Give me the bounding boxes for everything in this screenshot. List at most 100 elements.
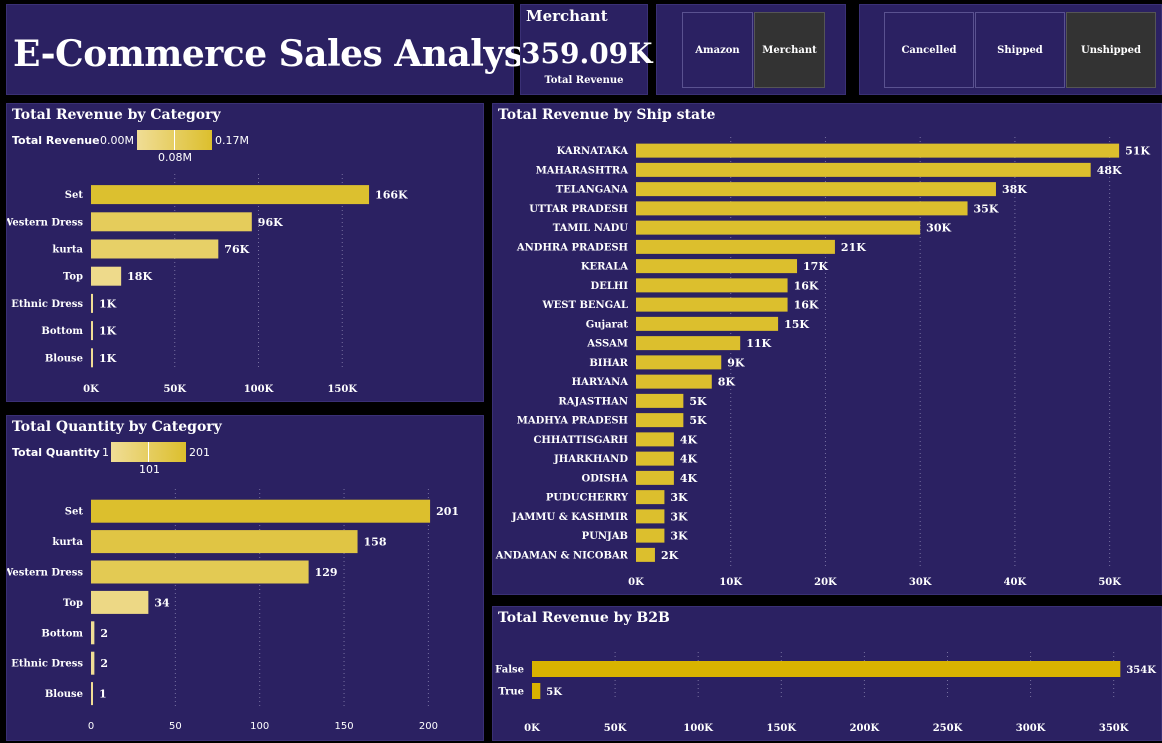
x-tick-label: 0K xyxy=(524,723,540,734)
x-tick-label: 30K xyxy=(909,577,932,588)
bar xyxy=(636,413,684,428)
category-label: False xyxy=(495,665,524,676)
category-label: Top xyxy=(63,598,83,609)
data-label: 96K xyxy=(258,216,283,229)
category-label: WEST BENGAL xyxy=(541,300,628,311)
slicer-option-shipped[interactable]: Shipped xyxy=(975,12,1065,88)
bar xyxy=(91,321,93,341)
x-tick-label: 50K xyxy=(163,384,186,395)
slicer-option-amazon[interactable]: Amazon xyxy=(682,12,753,88)
x-tick-label: 150 xyxy=(334,721,353,732)
bar xyxy=(91,530,358,554)
category-label: MADHYA PRADESH xyxy=(517,416,628,427)
x-tick-label: 350K xyxy=(1099,723,1129,734)
bar xyxy=(91,499,431,523)
x-tick-label: 0K xyxy=(628,577,644,588)
category-label: Blouse xyxy=(45,353,83,364)
x-tick-label: 100 xyxy=(250,721,269,732)
x-tick-label: 50 xyxy=(169,721,182,732)
data-label: 5K xyxy=(689,414,707,427)
quantity-by-category-chart: 0 50 100 150 200 Set 201 kurta 158 Western Dress 1… xyxy=(7,489,459,732)
category-label: Ethnic Dress xyxy=(11,659,83,670)
bar xyxy=(636,509,665,524)
bar xyxy=(636,278,788,293)
data-label: 3K xyxy=(670,510,688,523)
revenue-by-b2b-panel: Total Revenue by B2B 0K 50K 100K 150K 200K 25… xyxy=(492,606,1162,741)
data-label: 1K xyxy=(99,352,117,365)
data-label: 4K xyxy=(680,433,698,446)
fulfilment-slicer: Amazon Merchant xyxy=(656,4,846,95)
kpi-card-caption: Total Revenue xyxy=(544,75,624,86)
revenue-by-category-chart: 0K 50K 100K 150K Set 166K Western Dress 96K kurt… xyxy=(7,174,408,395)
category-label: TAMIL NADU xyxy=(553,223,628,234)
x-tick-label: 200K xyxy=(850,723,880,734)
bar xyxy=(636,451,674,466)
kpi-card: Merchant 359.09K Total Revenue xyxy=(520,4,653,95)
data-label: 16K xyxy=(794,299,819,312)
data-label: 35K xyxy=(974,202,999,215)
category-label: Set xyxy=(65,507,84,518)
bar xyxy=(91,239,219,259)
category-label: UTTAR PRADESH xyxy=(529,204,628,215)
data-label: 1K xyxy=(99,297,117,310)
data-label: 30K xyxy=(926,222,951,235)
category-label: ANDHRA PRADESH xyxy=(516,242,628,253)
category-label: CHHATTISGARH xyxy=(533,435,628,446)
x-tick-label: 250K xyxy=(933,723,963,734)
data-label: 9K xyxy=(727,356,745,369)
category-label: TELANGANA xyxy=(556,185,628,196)
data-label: 76K xyxy=(224,243,249,256)
data-label: 5K xyxy=(546,687,562,698)
data-label: 2K xyxy=(661,549,679,562)
bar xyxy=(636,374,712,389)
category-label: Western Dress xyxy=(7,568,83,579)
data-label: 354K xyxy=(1126,665,1156,676)
revenue-by-state-panel: Total Revenue by Ship state 0K 10K 20K 30K 4… xyxy=(492,103,1162,595)
data-label: 34 xyxy=(154,596,170,609)
bar xyxy=(532,661,1121,677)
category-label: Set xyxy=(65,190,84,201)
data-label: 5K xyxy=(689,395,707,408)
bar xyxy=(532,683,541,699)
x-tick-label: 50K xyxy=(1098,577,1121,588)
x-tick-label: 300K xyxy=(1016,723,1046,734)
category-label: ANDAMAN & NICOBAR xyxy=(495,550,629,561)
data-label: 166K xyxy=(375,189,408,202)
data-label: 158 xyxy=(364,536,387,549)
bar xyxy=(636,470,674,485)
data-label: 17K xyxy=(803,260,828,273)
x-tick-label: 0K xyxy=(83,384,99,395)
category-label: Gujarat xyxy=(586,319,629,330)
category-label: Top xyxy=(63,272,83,283)
page-title: E-Commerce Sales Analysis xyxy=(13,33,557,75)
bar xyxy=(91,682,93,706)
data-label: 1 xyxy=(99,688,107,701)
data-label: 3K xyxy=(670,491,688,504)
quantity-by-category-panel: Total Quantity by Category Total Quantit… xyxy=(6,415,484,741)
data-label: 16K xyxy=(794,279,819,292)
category-label: HARYANA xyxy=(572,377,629,388)
bar xyxy=(636,316,779,331)
bar xyxy=(636,297,788,312)
bar xyxy=(636,336,741,351)
bar xyxy=(636,239,835,254)
kpi-card-value: 359.09K xyxy=(521,37,653,70)
slicer-option-unshipped[interactable]: Unshipped xyxy=(1066,12,1156,88)
bar xyxy=(636,143,1120,158)
x-tick-label: 200 xyxy=(419,721,438,732)
data-label: 129 xyxy=(315,566,338,579)
slicer-option-merchant[interactable]: Merchant xyxy=(754,12,825,88)
category-label: kurta xyxy=(52,537,83,548)
slicer-option-cancelled[interactable]: Cancelled xyxy=(884,12,974,88)
category-label: Bottom xyxy=(41,628,83,639)
category-label: Ethnic Dress xyxy=(11,299,83,310)
data-label: 21K xyxy=(841,241,866,254)
data-label: 2 xyxy=(100,627,108,640)
data-label: 51K xyxy=(1125,145,1150,158)
category-label: RAJASTHAN xyxy=(558,396,628,407)
category-label: JHARKHAND xyxy=(553,454,628,465)
bar xyxy=(636,490,665,505)
revenue-by-b2b-chart: 0K 50K 100K 150K 200K 250K 300K 350K False 354K Tr… xyxy=(495,652,1156,734)
category-label: ASSAM xyxy=(586,339,628,350)
bar xyxy=(636,259,798,274)
